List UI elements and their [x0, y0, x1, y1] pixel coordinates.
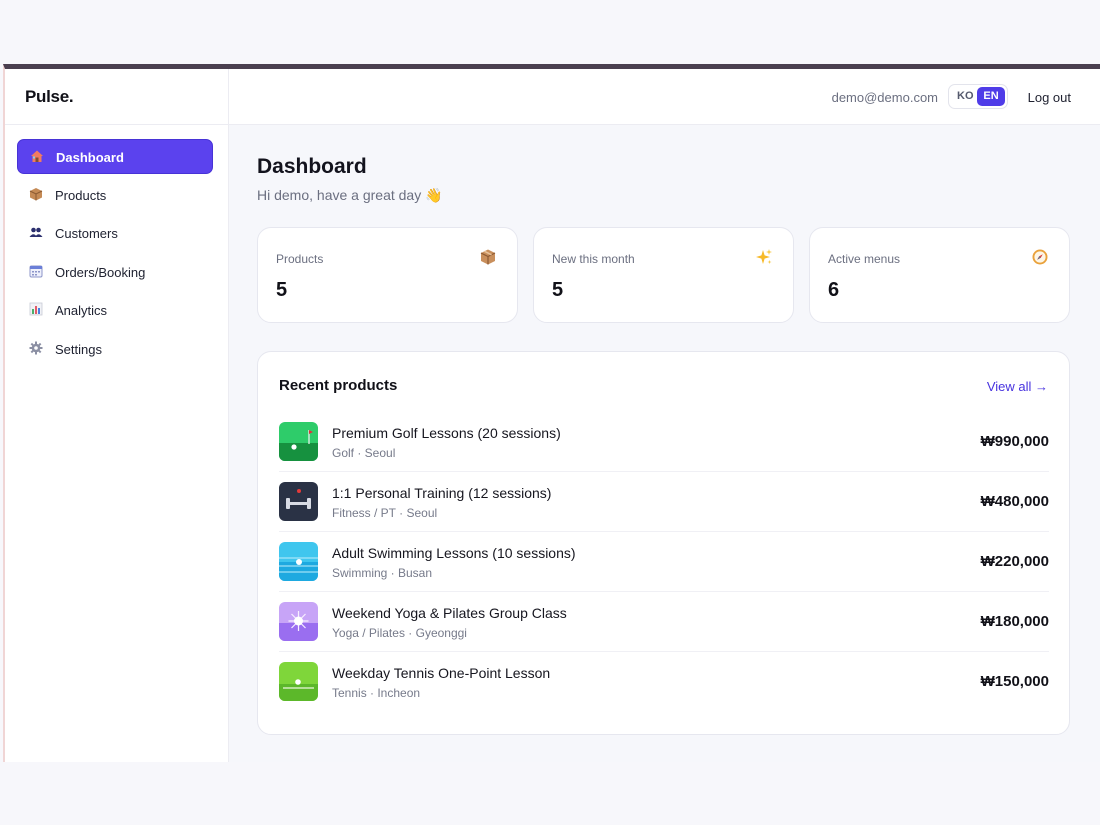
- main-content: Dashboard Hi demo, have a great day 👋 Pr…: [229, 125, 1100, 762]
- product-name: 1:1 Personal Training (12 sessions): [332, 485, 552, 501]
- product-price: ₩150,000: [980, 673, 1049, 690]
- users-icon: [29, 225, 43, 239]
- user-email: demo@demo.com: [831, 90, 938, 105]
- product-price: ₩480,000: [980, 493, 1049, 510]
- panel-title: Recent products: [279, 377, 398, 394]
- package-icon: [479, 248, 497, 266]
- bar-chart-icon: [29, 302, 43, 316]
- box-icon: [29, 187, 43, 201]
- stat-value: 5: [552, 279, 564, 301]
- greeting-text: Hi demo, have a great day 👋: [257, 187, 443, 203]
- header-divider: [228, 69, 229, 125]
- product-name: Adult Swimming Lessons (10 sessions): [332, 545, 576, 561]
- house-icon: [30, 149, 44, 163]
- lang-en-button[interactable]: EN: [977, 87, 1005, 106]
- product-meta: Golf · Seoul: [332, 446, 396, 460]
- product-price: ₩990,000: [980, 433, 1049, 450]
- recent-products-panel: Recent products View all → Premium Golf …: [257, 351, 1070, 735]
- brand-logo[interactable]: Pulse.: [25, 87, 74, 107]
- product-meta: Fitness / PT · Seoul: [332, 506, 438, 520]
- yoga-thumbnail: [279, 602, 318, 641]
- sidebar-item-label: Orders/Booking: [55, 265, 146, 280]
- top-margin: [0, 0, 1100, 64]
- product-name: Premium Golf Lessons (20 sessions): [332, 425, 561, 441]
- stat-card-new-this-month: New this month 5: [533, 227, 794, 323]
- sidebar-item-label: Dashboard: [56, 150, 124, 165]
- sidebar-item-label: Customers: [55, 226, 118, 241]
- language-switch: KO EN: [948, 84, 1008, 109]
- product-price: ₩220,000: [980, 553, 1049, 570]
- view-all-link[interactable]: View all →: [987, 379, 1048, 394]
- product-meta: Yoga / Pilates · Gyeonggi: [332, 626, 467, 640]
- sidebar-item-label: Settings: [55, 342, 102, 357]
- sidebar-item-label: Analytics: [55, 303, 108, 318]
- table-row[interactable]: Weekday Tennis One-Point Lesson Tennis ·…: [279, 652, 1049, 712]
- product-meta: Swimming · Busan: [332, 566, 433, 580]
- product-price: ₩180,000: [980, 613, 1049, 630]
- swimming-thumbnail: [279, 542, 318, 581]
- stat-label: New this month: [552, 252, 635, 266]
- top-header: Pulse. demo@demo.com KO EN Log out: [5, 69, 1100, 125]
- product-meta: Tennis · Incheon: [332, 686, 421, 700]
- stat-card-products: Products 5: [257, 227, 518, 323]
- stat-value: 6: [828, 279, 840, 301]
- sidebar-item-customers[interactable]: Customers: [17, 216, 213, 251]
- stat-value: 5: [276, 279, 288, 301]
- stat-card-active-menus: Active menus 6: [809, 227, 1070, 323]
- fitness-thumbnail: [279, 482, 318, 521]
- compass-icon: [1031, 248, 1049, 266]
- sidebar-item-settings[interactable]: Settings: [17, 332, 213, 367]
- table-row[interactable]: Adult Swimming Lessons (10 sessions) Swi…: [279, 532, 1049, 592]
- sidebar-item-analytics[interactable]: Analytics: [17, 293, 213, 328]
- sidebar: Dashboard Products Customers Orders/Book…: [5, 125, 229, 762]
- stat-label: Active menus: [828, 252, 901, 266]
- logout-button[interactable]: Log out: [1028, 90, 1071, 105]
- lang-ko-button[interactable]: KO: [957, 90, 974, 102]
- sidebar-item-dashboard[interactable]: Dashboard: [17, 139, 213, 174]
- sidebar-item-orders-booking[interactable]: Orders/Booking: [17, 255, 213, 290]
- sidebar-item-label: Products: [55, 188, 107, 203]
- product-name: Weekday Tennis One-Point Lesson: [332, 665, 551, 681]
- sparkles-icon: [755, 248, 773, 266]
- stat-label: Products: [276, 252, 324, 266]
- table-row[interactable]: Premium Golf Lessons (20 sessions) Golf …: [279, 412, 1049, 472]
- product-name: Weekend Yoga & Pilates Group Class: [332, 605, 567, 621]
- table-row[interactable]: Weekend Yoga & Pilates Group Class Yoga …: [279, 592, 1049, 652]
- gear-icon: [29, 341, 43, 355]
- calendar-icon: [29, 264, 43, 278]
- sidebar-item-products[interactable]: Products: [17, 178, 213, 213]
- app-window: Pulse. demo@demo.com KO EN Log out Dashb…: [3, 64, 1100, 762]
- table-row[interactable]: 1:1 Personal Training (12 sessions) Fitn…: [279, 472, 1049, 532]
- page-title: Dashboard: [257, 155, 367, 178]
- bottom-margin: [0, 762, 1100, 825]
- tennis-thumbnail: [279, 662, 318, 701]
- golf-thumbnail: [279, 422, 318, 461]
